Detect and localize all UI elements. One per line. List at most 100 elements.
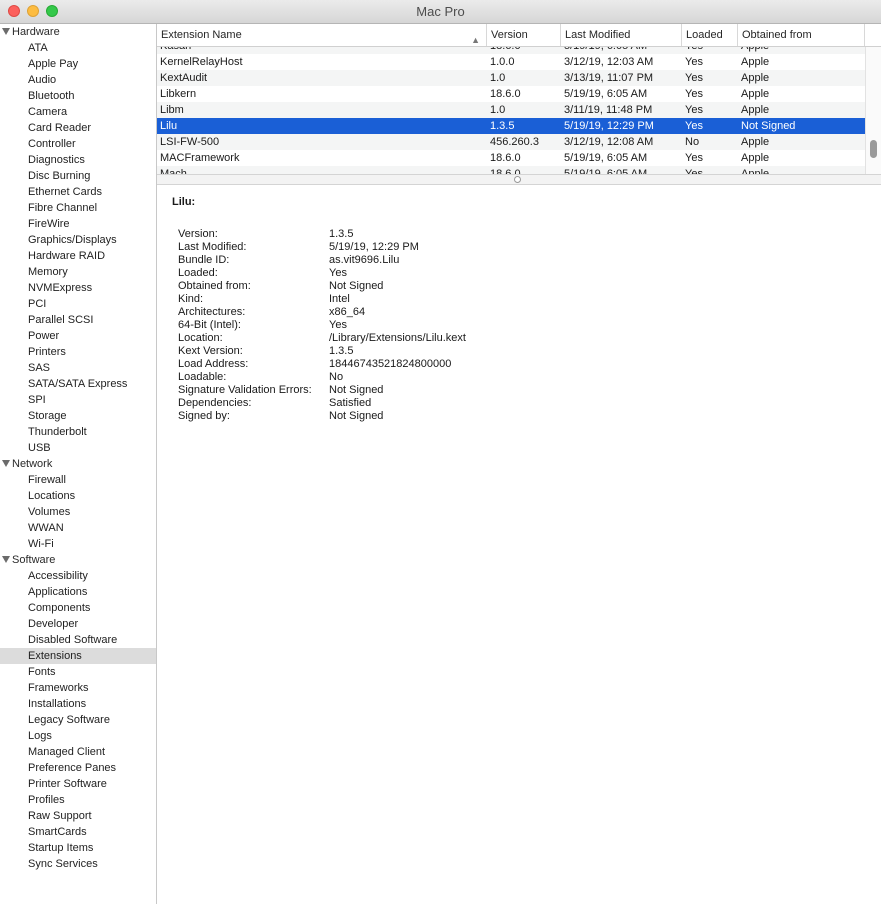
sidebar-item-printer-software[interactable]: Printer Software — [0, 776, 156, 792]
column-header-loaded[interactable]: Loaded — [682, 24, 738, 46]
sidebar-item-parallel-scsi[interactable]: Parallel SCSI — [0, 312, 156, 328]
sidebar-item-wi-fi[interactable]: Wi-Fi — [0, 536, 156, 552]
sidebar-item-pci[interactable]: PCI — [0, 296, 156, 312]
table-cell-version: 1.0 — [490, 72, 506, 84]
column-header-version[interactable]: Version — [487, 24, 561, 46]
sidebar-item-fibre-channel[interactable]: Fibre Channel — [0, 200, 156, 216]
table-cell-version: 1.3.5 — [490, 120, 515, 132]
sidebar-item-graphics-displays[interactable]: Graphics/Displays — [0, 232, 156, 248]
sidebar-item-sas[interactable]: SAS — [0, 360, 156, 376]
sidebar-item-developer[interactable]: Developer — [0, 616, 156, 632]
sidebar-item-wwan[interactable]: WWAN — [0, 520, 156, 536]
detail-value: Not Signed — [329, 280, 384, 292]
scrollbar-thumb[interactable] — [870, 140, 877, 158]
column-header-last-modified[interactable]: Last Modified — [561, 24, 682, 46]
sidebar-item-firewall[interactable]: Firewall — [0, 472, 156, 488]
sidebar-item-preference-panes[interactable]: Preference Panes — [0, 760, 156, 776]
sidebar-item-nvmexpress[interactable]: NVMExpress — [0, 280, 156, 296]
sidebar-item-memory[interactable]: Memory — [0, 264, 156, 280]
detail-value: 5/19/19, 12:29 PM — [329, 241, 419, 253]
sidebar-item-frameworks[interactable]: Frameworks — [0, 680, 156, 696]
sidebar-item-locations[interactable]: Locations — [0, 488, 156, 504]
window-title: Mac Pro — [416, 4, 465, 19]
divider-handle-icon[interactable] — [514, 176, 521, 183]
sidebar-group-label: Network — [12, 458, 53, 470]
column-header-obtained-from[interactable]: Obtained from — [738, 24, 865, 46]
sidebar-item-printers[interactable]: Printers — [0, 344, 156, 360]
split-view-divider[interactable] — [157, 174, 881, 185]
table-cell-obtained-from: Apple — [741, 104, 770, 116]
sidebar-item-logs[interactable]: Logs — [0, 728, 156, 744]
detail-row: Kind: Intel — [172, 293, 852, 306]
sidebar-item-disabled-software[interactable]: Disabled Software — [0, 632, 156, 648]
sidebar-item-profiles[interactable]: Profiles — [0, 792, 156, 808]
table-row[interactable]: Mach 18.6.0 5/19/19, 6:05 AM Yes Apple — [157, 166, 865, 174]
sidebar-item-card-reader[interactable]: Card Reader — [0, 120, 156, 136]
sidebar-item-firewire[interactable]: FireWire — [0, 216, 156, 232]
sidebar-item-spi[interactable]: SPI — [0, 392, 156, 408]
detail-value: 1.3.5 — [329, 345, 354, 357]
table-cell-version: 1.0.0 — [490, 56, 515, 68]
table-cell-extension-name: Libm — [160, 104, 184, 116]
sidebar-item-usb[interactable]: USB — [0, 440, 156, 456]
sidebar-item-sata-sata-express[interactable]: SATA/SATA Express — [0, 376, 156, 392]
sidebar-item-smartcards[interactable]: SmartCards — [0, 824, 156, 840]
sidebar-item-bluetooth[interactable]: Bluetooth — [0, 88, 156, 104]
sidebar-item-controller[interactable]: Controller — [0, 136, 156, 152]
detail-row: Signed by: Not Signed — [172, 410, 852, 423]
sidebar-item-ethernet-cards[interactable]: Ethernet Cards — [0, 184, 156, 200]
sidebar-item-disc-burning[interactable]: Disc Burning — [0, 168, 156, 184]
sidebar-item-apple-pay[interactable]: Apple Pay — [0, 56, 156, 72]
sidebar-item-applications[interactable]: Applications — [0, 584, 156, 600]
table-cell-obtained-from: Apple — [738, 47, 865, 54]
sidebar-item-power[interactable]: Power — [0, 328, 156, 344]
sidebar-item-diagnostics[interactable]: Diagnostics — [0, 152, 156, 168]
sidebar-item-components[interactable]: Components — [0, 600, 156, 616]
sidebar-item-installations[interactable]: Installations — [0, 696, 156, 712]
sidebar-item-audio[interactable]: Audio — [0, 72, 156, 88]
table-row[interactable]: MACFramework 18.6.0 5/19/19, 6:05 AM Yes App… — [157, 150, 865, 166]
sidebar-item-extensions[interactable]: Extensions — [0, 648, 156, 664]
table-header: Extension Name ▲ Version Last Modified L… — [157, 24, 881, 47]
sidebar-item-storage[interactable]: Storage — [0, 408, 156, 424]
sidebar-item-raw-support[interactable]: Raw Support — [0, 808, 156, 824]
sidebar-item-sync-services[interactable]: Sync Services — [0, 856, 156, 872]
title-bar[interactable]: Mac Pro — [0, 0, 881, 24]
detail-row: Bundle ID: as.vit9696.Lilu — [172, 254, 852, 267]
sidebar-item-legacy-software[interactable]: Legacy Software — [0, 712, 156, 728]
sidebar-item-volumes[interactable]: Volumes — [0, 504, 156, 520]
sidebar-item-managed-client[interactable]: Managed Client — [0, 744, 156, 760]
table-row[interactable]: KextAudit 1.0 3/13/19, 11:07 PM Yes Apple — [157, 70, 865, 86]
extensions-table: Kasan18.6.05/19/19, 6:05 AMYesAppleKerne… — [157, 47, 865, 174]
disclosure-triangle-icon[interactable] — [2, 556, 10, 563]
sidebar-group-network[interactable]: Network — [0, 456, 156, 472]
sidebar-group-software[interactable]: Software — [0, 552, 156, 568]
table-scrollbar[interactable] — [865, 47, 881, 174]
disclosure-triangle-icon[interactable] — [2, 460, 10, 467]
detail-key: Architectures: — [178, 306, 246, 318]
table-cell-extension-name: Mach — [160, 168, 187, 174]
table-row[interactable]: Libm 1.0 3/11/19, 11:48 PM Yes Apple — [157, 102, 865, 118]
main-content: Extension Name ▲ Version Last Modified L… — [157, 24, 881, 904]
sidebar-item-accessibility[interactable]: Accessibility — [0, 568, 156, 584]
table-row[interactable]: Lilu 1.3.5 5/19/19, 12:29 PM Yes Not Signed — [157, 118, 865, 134]
sidebar-item-thunderbolt[interactable]: Thunderbolt — [0, 424, 156, 440]
sidebar-group-hardware[interactable]: Hardware — [0, 24, 156, 40]
detail-value: 18446743521824800000 — [329, 358, 452, 370]
sidebar-item-fonts[interactable]: Fonts — [0, 664, 156, 680]
sidebar-item-camera[interactable]: Camera — [0, 104, 156, 120]
sidebar-item-ata[interactable]: ATA — [0, 40, 156, 56]
table-row[interactable]: LSI-FW-500 456.260.3 3/12/19, 12:08 AM No Ap… — [157, 134, 865, 150]
sidebar-item-startup-items[interactable]: Startup Items — [0, 840, 156, 856]
detail-row: Signature Validation Errors: Not Signed — [172, 384, 852, 397]
sidebar-item-hardware-raid[interactable]: Hardware RAID — [0, 248, 156, 264]
table-row[interactable]: Kasan18.6.05/19/19, 6:05 AMYesApple — [157, 47, 865, 54]
table-row[interactable]: KernelRelayHost 1.0.0 3/12/19, 12:03 AM Yes… — [157, 54, 865, 70]
column-header-extension-name[interactable]: Extension Name ▲ — [157, 24, 487, 46]
table-cell-obtained-from: Apple — [741, 136, 770, 148]
disclosure-triangle-icon[interactable] — [2, 28, 10, 35]
detail-key: Loaded: — [178, 267, 218, 279]
table-row[interactable]: Libkern 18.6.0 5/19/19, 6:05 AM Yes Apple — [157, 86, 865, 102]
detail-key: Last Modified: — [178, 241, 247, 253]
table-cell-version: 18.6.0 — [490, 88, 521, 100]
